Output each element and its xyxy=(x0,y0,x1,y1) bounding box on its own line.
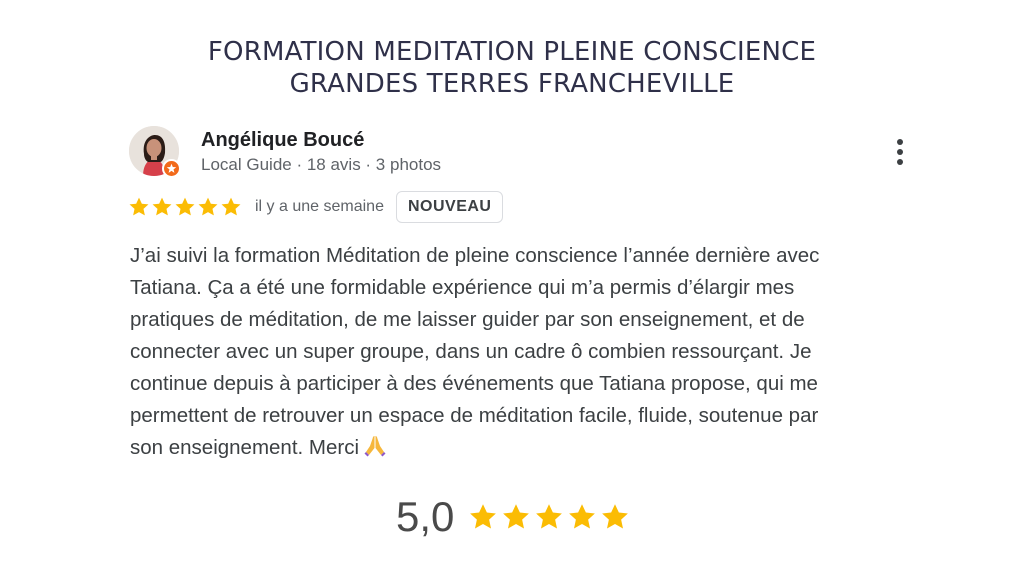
star-icon xyxy=(536,504,563,529)
star-icon xyxy=(470,504,497,529)
review-text-line: pratiques de méditation, de me laisser g… xyxy=(130,304,910,336)
page-title: FORMATION MEDITATION PLEINE CONSCIENCE G… xyxy=(0,36,1024,100)
star-icon xyxy=(602,504,629,529)
review-text-line: son enseignement. Merci xyxy=(130,432,910,467)
review-text-line: Tatiana. Ça a été une formidable expérie… xyxy=(130,272,910,304)
review-text-line-content: connecter avec un super groupe, dans un … xyxy=(130,340,812,363)
reviewer-meta: Local Guide · 18 avis · 3 photos xyxy=(201,155,442,174)
more-options-icon[interactable] xyxy=(888,134,912,170)
folded-hands-icon xyxy=(363,433,387,467)
review-text-line-content: son enseignement. Merci xyxy=(130,436,360,459)
star-icon xyxy=(152,197,172,216)
reviewer-name[interactable]: Angélique Boucé xyxy=(201,128,364,152)
review-text-line: continue depuis à participer à des événe… xyxy=(130,368,910,400)
star-icon xyxy=(198,197,218,216)
review-text-line: permettent de retrouver un espace de méd… xyxy=(130,400,910,432)
review-text-line-content: permettent de retrouver un espace de méd… xyxy=(130,404,819,427)
more-dot xyxy=(897,139,903,145)
review-text-line-content: Tatiana. Ça a été une formidable expérie… xyxy=(130,276,795,299)
more-dot xyxy=(897,149,903,155)
review-rating-row: il y a une semaine NOUVEAU xyxy=(128,190,504,224)
review-text-line: J’ai suivi la formation Méditation de pl… xyxy=(130,240,910,272)
review-date: il y a une semaine xyxy=(255,198,384,215)
local-guide-badge-icon xyxy=(162,159,181,178)
star-icon xyxy=(175,197,195,216)
summary-stars xyxy=(468,502,633,532)
review-text-line-content: pratiques de méditation, de me laisser g… xyxy=(130,308,805,331)
review-stars xyxy=(128,196,243,218)
rating-score: 5,0 xyxy=(396,493,455,540)
rating-summary: 5,0 xyxy=(396,490,633,544)
star-icon xyxy=(221,197,241,216)
more-dot xyxy=(897,159,903,165)
star-icon xyxy=(129,197,149,216)
review-text: J’ai suivi la formation Méditation de pl… xyxy=(130,240,910,467)
review-text-line-content: continue depuis à participer à des événe… xyxy=(130,372,818,395)
review-text-line: connecter avec un super groupe, dans un … xyxy=(130,336,910,368)
review-text-line-content: J’ai suivi la formation Méditation de pl… xyxy=(130,244,820,267)
page-title-line-2: GRANDES TERRES FRANCHEVILLE xyxy=(289,69,735,99)
star-icon xyxy=(569,504,596,529)
page-title-line-1: FORMATION MEDITATION PLEINE CONSCIENCE xyxy=(207,37,817,67)
new-badge: NOUVEAU xyxy=(395,191,504,223)
avatar[interactable] xyxy=(129,126,181,178)
star-icon xyxy=(503,504,530,529)
